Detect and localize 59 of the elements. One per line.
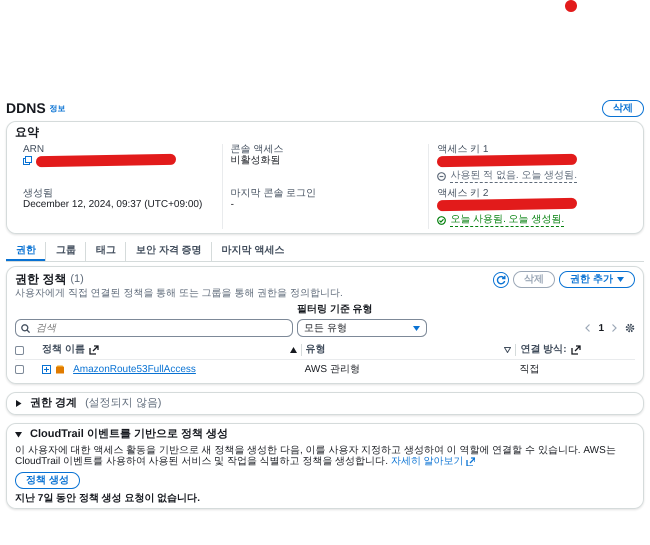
refresh-button[interactable] bbox=[493, 272, 510, 288]
sort-icon[interactable] bbox=[504, 347, 512, 354]
key-status: 사용된 적 없음. 오늘 생성됨. bbox=[450, 170, 577, 183]
caret-icon bbox=[413, 326, 420, 331]
tab[interactable]: 권한 bbox=[6, 242, 46, 262]
marker-dot bbox=[565, 0, 577, 12]
page-title: DDNS bbox=[6, 100, 46, 117]
package-icon bbox=[55, 365, 66, 374]
table-cell-text: 직접 bbox=[518, 364, 540, 376]
boundary-note: (설정되지 않음) bbox=[85, 397, 162, 410]
add-permissions-button[interactable]: 권한 추가 bbox=[559, 271, 635, 288]
section-description: 사용자에게 직접 연결된 정책을 통해 또는 그룹을 통해 권한을 정의합니다. bbox=[15, 288, 344, 300]
tab[interactable]: 보안 자격 증명 bbox=[126, 242, 212, 262]
field-label: 마지막 콘솔 로그인 bbox=[230, 188, 318, 200]
field-label: 생성됨 bbox=[23, 188, 54, 200]
policy-link[interactable]: AmazonRoute53FullAccess bbox=[73, 364, 196, 376]
select-all-checkbox[interactable] bbox=[15, 346, 24, 355]
field-value: 비활성화됨 bbox=[230, 155, 281, 167]
tab[interactable]: 태그 bbox=[86, 242, 126, 262]
field-value: - bbox=[230, 199, 234, 211]
chevron-right-icon[interactable] bbox=[612, 324, 617, 332]
field-value: December 12, 2024, 09:37 (UTC+09:00) bbox=[23, 199, 202, 211]
learn-more-link[interactable]: 자세히 알아보기 bbox=[390, 456, 476, 468]
copy-icon[interactable] bbox=[23, 156, 32, 166]
column-header[interactable]: 정책 이름 bbox=[42, 344, 85, 356]
filter-label: 필터링 기준 유형 bbox=[297, 304, 374, 316]
type-filter-dropdown[interactable]: 모든 유형 bbox=[297, 319, 427, 338]
sort-ascending-icon[interactable] bbox=[290, 347, 297, 354]
section-title: CloudTrail 이벤트를 기반으로 정책 생성 bbox=[30, 428, 228, 441]
caret-icon bbox=[617, 277, 624, 282]
field-label: ARN bbox=[23, 144, 46, 156]
section-title: 권한 경계 bbox=[30, 397, 78, 410]
create-policy-button[interactable]: 정책 생성 bbox=[15, 472, 80, 489]
policy-count: (1) bbox=[70, 273, 84, 286]
tab[interactable]: 그룹 bbox=[46, 242, 86, 262]
section-title: 권한 정책 bbox=[15, 272, 66, 287]
refresh-icon[interactable] bbox=[496, 274, 506, 285]
chevron-left-icon[interactable] bbox=[585, 324, 590, 332]
field-label: 액세스 키 1 bbox=[437, 144, 490, 156]
section-description: 이 사용자에 대한 액세스 활동을 기반으로 새 정책을 생성한 다음, 이를 사용자 지정하고 생성하여 이 역할에 연결할 수 있습니다. AWS는 CloudTrail 이벤트를 사용하여 사용된 서비스 및 작업을 식별하고 정책을 생성합니다. 자세히 알아보기 bbox=[15, 444, 617, 468]
search-field[interactable]: 검색 bbox=[15, 319, 293, 338]
tab[interactable]: 마지막 액세스 bbox=[212, 242, 294, 262]
section-title: 요약 bbox=[15, 126, 40, 140]
status-message: 지난 7일 동안 정책 생성 요청이 없습니다. bbox=[15, 492, 202, 504]
collapse-caret-icon[interactable] bbox=[15, 430, 22, 438]
expand-icon[interactable] bbox=[42, 365, 52, 374]
field-label: 콘솔 액세스 bbox=[230, 144, 284, 156]
table-cell-text: AWS 관리형 bbox=[304, 364, 361, 376]
page-number[interactable]: 1 bbox=[598, 322, 604, 334]
column-header[interactable]: 유형 bbox=[306, 344, 326, 356]
delete-button[interactable]: 삭제 bbox=[602, 100, 644, 117]
expand-caret-icon[interactable] bbox=[15, 400, 22, 408]
settings-icon[interactable] bbox=[625, 323, 635, 334]
external-link-icon bbox=[466, 456, 476, 466]
column-header[interactable]: 연결 방식: bbox=[520, 344, 567, 356]
field-label: 액세스 키 2 bbox=[437, 188, 490, 200]
info-link[interactable]: 정보 bbox=[50, 104, 66, 114]
key-status: 오늘 사용됨. 오늘 생성됨. bbox=[450, 214, 564, 227]
row-checkbox[interactable] bbox=[15, 365, 24, 374]
